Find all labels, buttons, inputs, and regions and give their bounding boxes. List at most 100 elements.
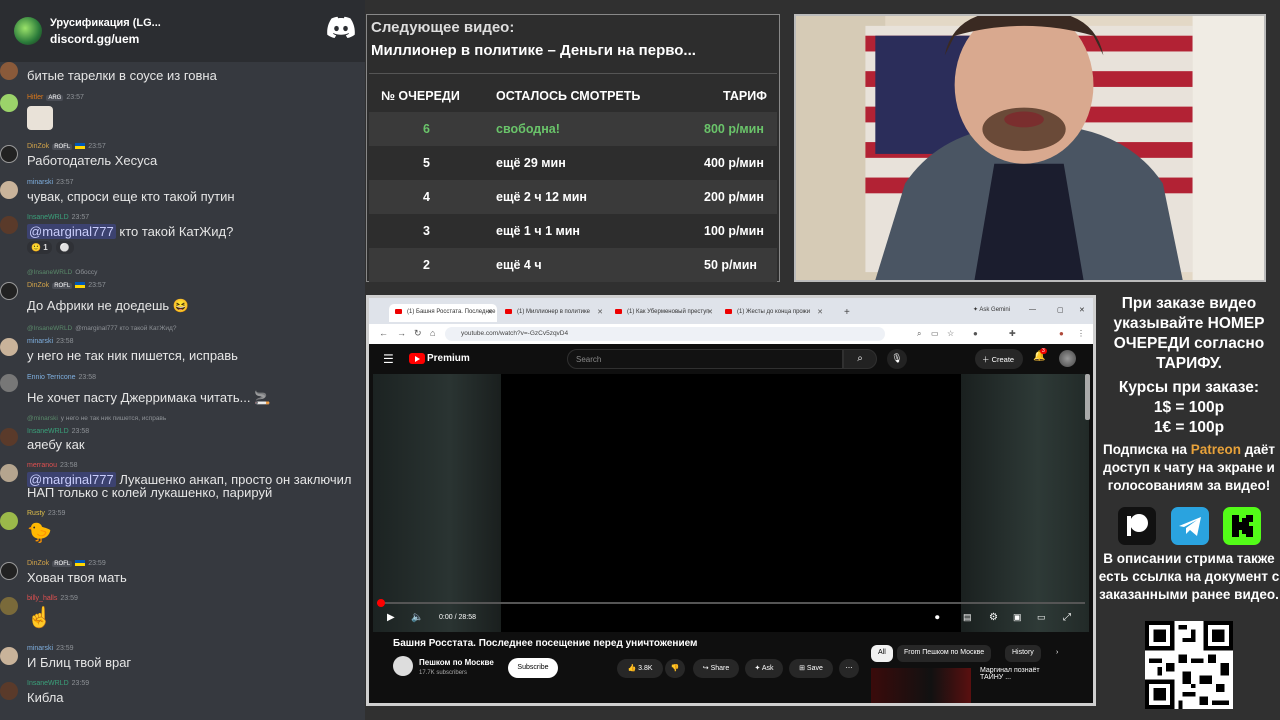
server-invite-link[interactable]: discord.gg/uem (50, 32, 161, 46)
share-button[interactable]: ↪ Share (693, 659, 739, 678)
rate-usd: 1$ = 100р (1153, 399, 1225, 416)
cast-icon[interactable]: ▭ (1037, 612, 1046, 623)
search-icon[interactable]: ⌕ (843, 349, 877, 369)
username[interactable]: DinZok (27, 560, 49, 567)
cast-icon[interactable]: ▭ (931, 329, 939, 338)
chip-from-channel[interactable]: From Пешком по Москве (897, 645, 992, 662)
discord-server-header[interactable]: Урусификация (LG... discord.gg/uem (0, 0, 365, 62)
username[interactable]: minarski (27, 338, 53, 345)
reply-preview[interactable]: @InsaneWRLD Обоссу (27, 269, 97, 276)
channel-name[interactable]: Пешком по Москве (419, 658, 494, 667)
star-icon[interactable]: ☆ (947, 329, 954, 338)
video-player[interactable]: ▶ 🔈 0:00 / 28:58 ⏺ ▤ ⚙ ▣ ▭ ⤢ (373, 374, 1089, 632)
home-icon[interactable]: ⌂ (430, 328, 435, 338)
next-video-label: Следующее видео: (371, 19, 515, 36)
reaction-pill[interactable]: 🙂 1 (27, 241, 52, 254)
maximize-icon[interactable]: ▢ (1057, 306, 1064, 314)
reply-preview[interactable]: @minarski у него не так ник пишется, испр… (27, 415, 166, 422)
close-icon[interactable]: ✕ (817, 308, 823, 316)
reload-icon[interactable]: ↻ (414, 328, 422, 339)
webcam-feed (794, 14, 1266, 282)
miniplayer-icon[interactable]: ▣ (1013, 612, 1022, 623)
ambient-glow-right (961, 374, 1089, 632)
extensions-puzzle-icon[interactable]: ✚ (1009, 329, 1016, 338)
subscribe-button[interactable]: Subscribe (508, 658, 558, 678)
username[interactable]: billy_halls (27, 595, 57, 602)
fullscreen-icon[interactable]: ⤢ (1063, 612, 1071, 623)
browser-tab[interactable]: (1) Башня Росстата. Последнее ✕ (389, 304, 497, 322)
avatar (0, 374, 18, 392)
browser-tab[interactable]: (1) Жесты до конца прожи ✕ (719, 304, 827, 322)
forward-icon[interactable]: → (397, 328, 406, 338)
volume-icon[interactable]: 🔈 (411, 612, 423, 623)
chip-all[interactable]: All (871, 645, 893, 662)
recommended-video-title[interactable]: Маргинал познаёт ТАЙНУ ... (980, 667, 1058, 681)
username[interactable]: InsaneWRLD (27, 214, 69, 221)
message-text: у него не так ник пишется, исправь (27, 348, 238, 363)
subtitles-icon[interactable]: ▤ (963, 612, 972, 623)
queue-number: 2 (423, 258, 430, 272)
back-icon[interactable]: ← (379, 328, 388, 338)
username[interactable]: minarski (27, 645, 53, 652)
queue-row: 3 ещё 1 ч 1 мин 100 р/мин (369, 214, 777, 248)
chip-history[interactable]: History (1005, 645, 1041, 662)
username[interactable]: merranou (27, 462, 57, 469)
minimize-icon[interactable]: — (1029, 306, 1036, 313)
close-icon[interactable]: ✕ (487, 308, 493, 316)
discord-logo-icon (327, 16, 355, 38)
browser-tab[interactable]: (1) Как Уберменовый преступ ✕ (609, 304, 717, 322)
username[interactable]: Hitler (27, 94, 43, 101)
avatar (0, 145, 18, 163)
username[interactable]: InsaneWRLD (27, 680, 69, 687)
close-icon[interactable]: ✕ (707, 308, 713, 316)
username[interactable]: DinZok (27, 282, 49, 289)
url-input[interactable]: youtube.com/watch?v=-GzCv5zqvD4 (445, 327, 885, 341)
youtube-favicon-icon (505, 309, 512, 314)
play-icon[interactable]: ▶ (387, 612, 395, 623)
progress-bar[interactable] (377, 602, 1085, 604)
username[interactable]: InsaneWRLD (27, 428, 69, 435)
more-actions-icon[interactable]: ⋯ (839, 659, 859, 678)
create-button[interactable]: ＋ Create (975, 349, 1023, 369)
queue-number: 4 (423, 190, 430, 204)
queue-row: 5 ещё 29 мин 400 р/мин (369, 146, 777, 180)
search-input[interactable]: Search (567, 349, 843, 369)
close-icon[interactable]: ✕ (597, 308, 603, 316)
dislike-icon[interactable]: 👎 (665, 659, 685, 678)
microphone-icon[interactable]: 🎙 (887, 349, 907, 369)
reply-preview[interactable]: @InsaneWRLD @marginal777 кто такой КатЖид… (27, 325, 176, 332)
profile-icon[interactable]: ● (1059, 329, 1064, 338)
telegram-logo-icon[interactable] (1171, 507, 1209, 545)
recommended-video-thumbnail[interactable] (871, 668, 971, 703)
username[interactable]: Rusty (27, 510, 45, 517)
zoom-icon[interactable]: ⌕ (917, 329, 921, 339)
patreon-logo-icon[interactable] (1118, 507, 1156, 545)
extension-icon[interactable]: ● (973, 329, 978, 338)
reaction-pill[interactable]: ⚪ (55, 241, 74, 254)
new-tab-icon[interactable]: + (844, 307, 850, 318)
menu-hamburger-icon[interactable]: ☰ (383, 352, 394, 366)
save-button[interactable]: ⊞ Save (789, 659, 833, 678)
channel-avatar[interactable] (393, 656, 413, 676)
close-window-icon[interactable]: ✕ (1079, 306, 1085, 314)
kick-logo-icon[interactable] (1223, 507, 1261, 545)
message-text: До Африки не доедешь 😆 (27, 298, 189, 313)
username[interactable]: Ennio Terricone (27, 374, 76, 381)
progress-scrubber[interactable] (377, 599, 385, 607)
menu-dots-icon[interactable]: ⋮ (1077, 329, 1085, 338)
chevron-right-icon[interactable]: › (1049, 645, 1065, 662)
patreon-link[interactable]: Patreon (1191, 442, 1241, 457)
like-button[interactable]: 👍 3.8K (617, 659, 663, 678)
browser-tab[interactable]: (1) Миллионер в политике ✕ (499, 304, 607, 322)
username[interactable]: DinZok (27, 143, 49, 150)
youtube-logo-icon[interactable] (409, 353, 425, 364)
user-mention[interactable]: @marginal777 (27, 224, 116, 239)
autoplay-toggle-icon[interactable]: ⏺ (935, 612, 940, 623)
youtube-premium-label[interactable]: Premium (427, 353, 470, 364)
ask-button[interactable]: ✦ Ask (745, 659, 783, 678)
account-avatar[interactable] (1059, 350, 1076, 367)
username[interactable]: minarski (27, 179, 53, 186)
settings-gear-icon[interactable]: ⚙ (989, 612, 998, 623)
ask-gemini-button[interactable]: ✦ Ask Gemini (973, 306, 1010, 313)
scrollbar[interactable] (1085, 374, 1090, 420)
